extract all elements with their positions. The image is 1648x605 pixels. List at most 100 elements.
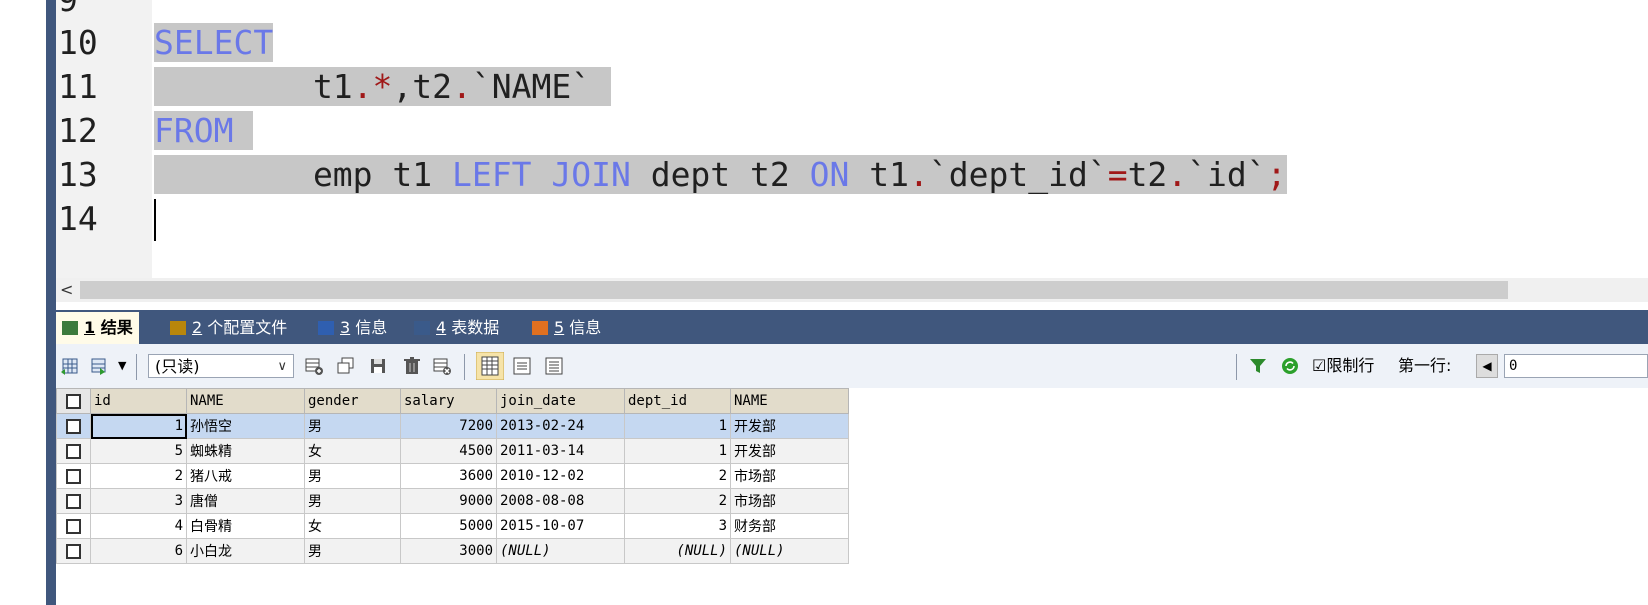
export-icon[interactable] xyxy=(60,356,80,376)
table-cell[interactable]: 3600 xyxy=(400,463,497,489)
delete-icon[interactable] xyxy=(402,356,422,376)
cancel-changes-icon[interactable] xyxy=(432,356,452,376)
column-header[interactable]: NAME xyxy=(186,388,305,414)
table-cell[interactable]: 1 xyxy=(624,438,731,464)
text-view-icon[interactable] xyxy=(544,356,564,376)
table-cell[interactable]: 1 xyxy=(90,413,187,439)
table-cell[interactable]: 女 xyxy=(304,438,401,464)
row-checkbox[interactable] xyxy=(56,413,91,439)
table-cell[interactable]: 2013-02-24 xyxy=(496,413,625,439)
table-row[interactable]: 3 唐僧男 9000 2008-08-08 2 市场部 xyxy=(56,488,849,514)
table-row[interactable]: 1 孙悟空男 7200 2013-02-24 1 开发部 xyxy=(56,413,849,439)
refresh-icon[interactable] xyxy=(1280,356,1300,376)
insert-row-icon[interactable] xyxy=(304,356,324,376)
tab-1[interactable]: 1 结果 xyxy=(56,312,139,344)
table-cell[interactable]: 2008-08-08 xyxy=(496,488,625,514)
tab-label: 个配置文件 xyxy=(202,318,288,337)
save-icon[interactable] xyxy=(368,356,388,376)
column-header[interactable]: NAME xyxy=(730,388,849,414)
table-row[interactable]: 2 猪八戒男 3600 2010-12-02 2 市场部 xyxy=(56,463,849,489)
first-row-input[interactable]: 0 xyxy=(1504,354,1648,378)
scrollbar-thumb[interactable] xyxy=(80,281,1508,299)
checkbox-icon xyxy=(66,418,81,434)
table-cell[interactable]: 3 xyxy=(624,513,731,539)
first-row-value: 0 xyxy=(1509,358,1518,374)
sql-editor[interactable]: 91011121314 SELECT t1.*,t2.`NAME` FROM e… xyxy=(56,0,1648,278)
column-header[interactable]: id xyxy=(90,388,187,414)
row-checkbox[interactable] xyxy=(56,538,91,564)
table-row[interactable]: 6 小白龙男 3000 (NULL) (NULL) (NULL) xyxy=(56,538,849,564)
form-view-icon[interactable] xyxy=(512,356,532,376)
table-cell[interactable]: 白骨精 xyxy=(186,513,305,539)
table-cell[interactable]: 财务部 xyxy=(730,513,849,539)
table-cell[interactable]: 6 xyxy=(90,538,187,564)
toolbar-separator xyxy=(1236,354,1237,380)
column-header[interactable]: salary xyxy=(400,388,497,414)
grid-view-icon[interactable] xyxy=(476,352,504,380)
table-cell[interactable]: 男 xyxy=(304,413,401,439)
table-cell[interactable]: 孙悟空 xyxy=(186,413,305,439)
table-cell[interactable]: 3 xyxy=(90,488,187,514)
line-number: 14 xyxy=(58,199,98,238)
table-cell[interactable]: 2011-03-14 xyxy=(496,438,625,464)
table-cell[interactable]: 蜘蛛精 xyxy=(186,438,305,464)
table-cell[interactable]: 2 xyxy=(624,488,731,514)
row-checkbox[interactable] xyxy=(56,488,91,514)
table-cell[interactable]: (NULL) xyxy=(730,538,849,564)
table-cell[interactable]: 小白龙 xyxy=(186,538,305,564)
table-cell[interactable]: 9000 xyxy=(400,488,497,514)
editor-horizontal-scrollbar[interactable]: < xyxy=(56,278,1648,302)
checkbox-icon xyxy=(66,443,81,459)
table-cell[interactable]: 5 xyxy=(90,438,187,464)
limit-rows-checkbox[interactable]: ☑限制行 xyxy=(1312,354,1374,378)
table-cell[interactable]: 男 xyxy=(304,538,401,564)
table-cell[interactable]: (NULL) xyxy=(496,538,625,564)
table-cell[interactable]: 市场部 xyxy=(730,488,849,514)
sql-operator: . xyxy=(1167,155,1188,194)
table-cell[interactable]: 7200 xyxy=(400,413,497,439)
table-cell[interactable]: 2 xyxy=(624,463,731,489)
row-checkbox[interactable] xyxy=(56,513,91,539)
tab-3[interactable]: 3 信息 xyxy=(318,312,387,344)
row-checkbox[interactable] xyxy=(56,463,91,489)
table-cell[interactable]: 开发部 xyxy=(730,438,849,464)
row-checkbox[interactable] xyxy=(56,438,91,464)
table-cell[interactable]: 2 xyxy=(90,463,187,489)
table-cell[interactable]: 4500 xyxy=(400,438,497,464)
previous-page-icon[interactable]: ◀ xyxy=(1476,354,1498,378)
sql-token: t2 xyxy=(1127,155,1168,194)
table-cell[interactable]: 1 xyxy=(624,413,731,439)
table-row[interactable]: 4 白骨精女 5000 2015-10-07 3 财务部 xyxy=(56,513,849,539)
import-menu-icon[interactable] xyxy=(90,356,110,376)
table-cell[interactable]: 2015-10-07 xyxy=(496,513,625,539)
sql-token: t1 xyxy=(154,67,353,106)
filter-icon[interactable] xyxy=(1248,356,1268,376)
column-header[interactable]: join_date xyxy=(496,388,625,414)
tab-2[interactable]: 2 个配置文件 xyxy=(170,312,287,344)
table-cell[interactable]: 4 xyxy=(90,513,187,539)
table-cell[interactable]: 3000 xyxy=(400,538,497,564)
select-all-checkbox[interactable] xyxy=(56,388,91,414)
table-cell[interactable]: (NULL) xyxy=(624,538,731,564)
table-cell[interactable]: 猪八戒 xyxy=(186,463,305,489)
tab-5[interactable]: 5 信息 xyxy=(532,312,601,344)
tab-4[interactable]: 4 表数据 xyxy=(414,312,499,344)
table-cell[interactable]: 2010-12-02 xyxy=(496,463,625,489)
table-cell[interactable]: 男 xyxy=(304,488,401,514)
dropdown-arrow-icon[interactable]: ▼ xyxy=(118,354,126,378)
edit-mode-select[interactable]: (只读) ∨ xyxy=(148,354,294,378)
table-cell[interactable]: 唐僧 xyxy=(186,488,305,514)
column-header[interactable]: dept_id xyxy=(624,388,731,414)
scroll-left-arrow-icon[interactable]: < xyxy=(60,278,73,302)
duplicate-row-icon[interactable] xyxy=(336,356,356,376)
table-cell[interactable]: 市场部 xyxy=(730,463,849,489)
column-header[interactable]: gender xyxy=(304,388,401,414)
table-cell[interactable]: 5000 xyxy=(400,513,497,539)
table-cell[interactable]: 开发部 xyxy=(730,413,849,439)
table-cell[interactable]: 女 xyxy=(304,513,401,539)
table-row[interactable]: 5 蜘蛛精女 4500 2011-03-14 1 开发部 xyxy=(56,438,849,464)
toolbar-separator xyxy=(136,354,137,380)
sql-token: ,t2 xyxy=(392,67,453,106)
edit-mode-value: (只读) xyxy=(155,357,200,376)
table-cell[interactable]: 男 xyxy=(304,463,401,489)
